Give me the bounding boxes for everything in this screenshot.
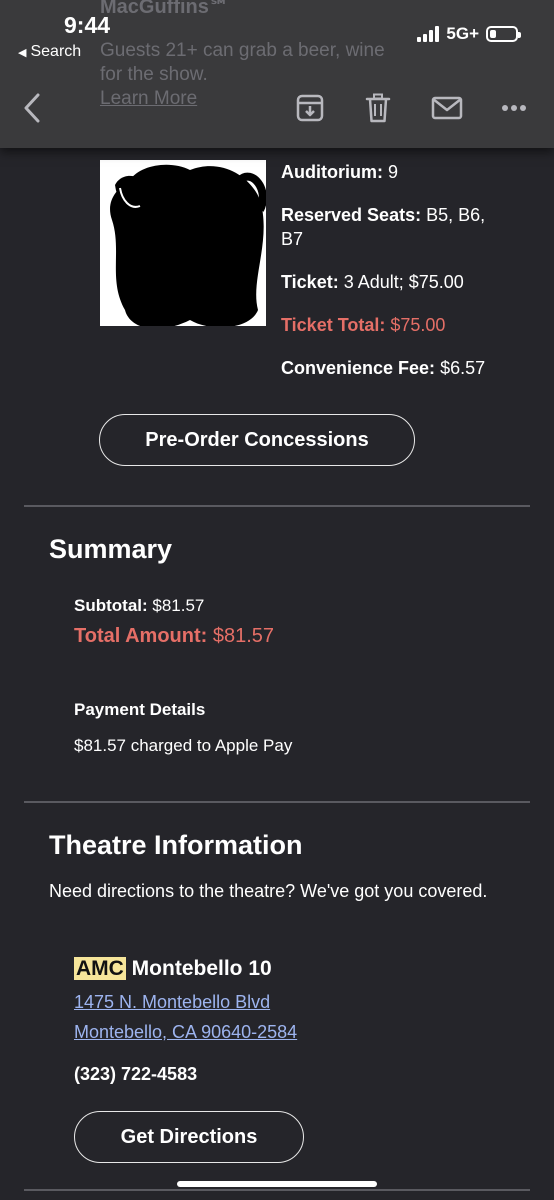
fee-value: $6.57 <box>440 358 486 378</box>
back-triangle-icon: ◀ <box>18 46 27 59</box>
total-amount-line: Total Amount: $81.57 <box>74 625 274 648</box>
more-icon[interactable] <box>500 88 528 128</box>
auditorium-value: 9 <box>388 162 399 182</box>
seats-row: Reserved Seats: B5, B6, B7 <box>281 203 531 251</box>
fee-row: Convenience Fee: $6.57 <box>281 356 531 380</box>
subtotal-line: Subtotal: $81.57 <box>74 596 204 616</box>
divider <box>24 1189 530 1191</box>
ticket-total-value: $75.00 <box>390 315 446 335</box>
total-amount-value: $81.57 <box>212 625 275 647</box>
theatre-phone: (323) 722-4583 <box>74 1064 198 1084</box>
archive-icon[interactable] <box>294 88 326 128</box>
network-type: 5G+ <box>446 24 479 43</box>
summary-heading: Summary <box>49 534 173 564</box>
ticket-total-row: Ticket Total: $75.00 <box>281 313 531 337</box>
ghost-title: MacGuffins℠ <box>100 0 230 18</box>
auditorium-row: Auditorium: 9 <box>281 160 531 184</box>
theatre-name: Montebello 10 <box>131 957 272 980</box>
home-indicator[interactable] <box>177 1181 377 1187</box>
ticket-row: Ticket: 3 Adult; $75.00 <box>281 270 531 294</box>
back-chevron-icon[interactable] <box>18 88 46 128</box>
amc-logo: AMC <box>74 957 126 980</box>
battery-icon <box>486 26 521 42</box>
back-to-search[interactable]: ◀ Search <box>18 43 81 61</box>
status-indicators: 5G+ <box>417 24 521 44</box>
theatre-name-line: AMC Montebello 10 <box>74 957 272 981</box>
status-time: 9:44 <box>64 12 111 38</box>
movie-poster-image <box>100 160 266 326</box>
ghost-line-2: for the show. <box>100 64 208 85</box>
cellular-signal-icon <box>417 26 440 42</box>
preorder-concessions-button[interactable]: Pre-Order Concessions <box>99 414 415 466</box>
address-line-2-link[interactable]: Montebello, CA 90640-2584 <box>74 1022 297 1043</box>
address-line-1-link[interactable]: 1475 N. Montebello Blvd <box>74 992 270 1013</box>
divider <box>24 801 530 803</box>
ticket-details: Auditorium: 9 Reserved Seats: B5, B6, B7… <box>281 160 531 399</box>
ticket-label: Ticket: <box>281 272 339 292</box>
back-search-label: Search <box>30 43 82 60</box>
ticket-value: 3 Adult; $75.00 <box>343 272 464 292</box>
divider <box>24 505 530 507</box>
trash-icon[interactable] <box>363 88 393 128</box>
theatre-intro: Need directions to the theatre? We've go… <box>49 881 488 901</box>
ghost-line-1: Guests 21+ can grab a beer, wine <box>100 40 385 61</box>
mail-toolbar: MacGuffins℠ Guests 21+ can grab a beer, … <box>0 0 554 148</box>
total-amount-label: Total Amount: <box>74 625 208 647</box>
subtotal-value: $81.57 <box>152 596 205 615</box>
email-body: Auditorium: 9 Reserved Seats: B5, B6, B7… <box>0 148 554 1200</box>
seats-value: B5, B6, <box>426 205 486 225</box>
fee-label: Convenience Fee: <box>281 358 436 378</box>
ticket-total-label: Ticket Total: <box>281 315 386 335</box>
seats-label: Reserved Seats: <box>281 205 422 225</box>
payment-text: $81.57 charged to Apple Pay <box>74 736 293 755</box>
auditorium-label: Auditorium: <box>281 162 383 182</box>
get-directions-button[interactable]: Get Directions <box>74 1111 304 1163</box>
subtotal-label: Subtotal: <box>74 596 148 615</box>
theatre-heading: Theatre Information <box>49 830 303 860</box>
message-actions <box>0 88 554 128</box>
mail-icon[interactable] <box>430 88 464 128</box>
payment-details-heading: Payment Details <box>74 700 206 719</box>
seats-value-cont: B7 <box>281 229 304 249</box>
